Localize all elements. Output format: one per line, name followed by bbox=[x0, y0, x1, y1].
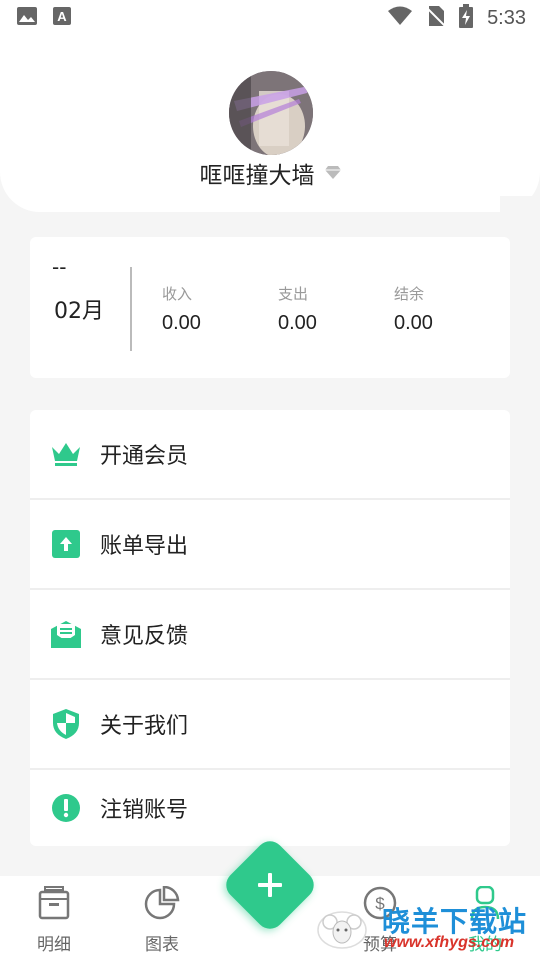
summary-expense: 支出 0.00 bbox=[278, 283, 317, 335]
menu-label-export: 账单导出 bbox=[100, 534, 189, 559]
menu-item-delete-account[interactable]: 注销账号 bbox=[30, 770, 510, 846]
status-left: A bbox=[16, 6, 72, 30]
exclamation-icon bbox=[50, 792, 82, 824]
nav-item-detail[interactable]: 明细 bbox=[19, 886, 89, 955]
nav-item-chart[interactable]: 图表 bbox=[127, 885, 197, 955]
expense-value: 0.00 bbox=[278, 312, 317, 334]
wifi-icon bbox=[387, 6, 413, 30]
summary-year: -- bbox=[52, 255, 67, 279]
shield-icon bbox=[50, 708, 82, 740]
summary-divider bbox=[130, 267, 132, 351]
feedback-mail-icon bbox=[50, 618, 82, 650]
text-a-icon: A bbox=[52, 6, 72, 30]
watermark: 晓羊下载站 www.xfhygs.com bbox=[312, 898, 540, 956]
menu-label-about: 关于我们 bbox=[100, 714, 189, 739]
diamond-icon bbox=[324, 164, 341, 183]
detail-box-icon bbox=[38, 886, 70, 924]
summary-income: 收入 0.00 bbox=[162, 283, 201, 335]
summary-balance: 结余 0.00 bbox=[394, 283, 433, 335]
svg-text:A: A bbox=[57, 9, 67, 24]
watermark-url: www.xfhygs.com bbox=[384, 934, 515, 951]
battery-charging-icon bbox=[459, 4, 474, 32]
nav-label-chart: 图表 bbox=[145, 935, 179, 955]
menu-item-export[interactable]: 账单导出 bbox=[30, 500, 510, 590]
income-label: 收入 bbox=[162, 285, 193, 303]
income-value: 0.00 bbox=[162, 312, 201, 334]
menu-label-feedback: 意见反馈 bbox=[100, 624, 189, 649]
expense-label: 支出 bbox=[278, 285, 309, 303]
export-icon bbox=[50, 528, 82, 560]
pie-chart-icon bbox=[144, 885, 180, 924]
nav-label-detail: 明细 bbox=[37, 935, 71, 955]
menu-item-feedback[interactable]: 意见反馈 bbox=[30, 590, 510, 680]
no-sim-icon bbox=[426, 5, 446, 31]
avatar[interactable] bbox=[229, 71, 313, 155]
settings-menu: 开通会员 账单导出 意见反馈 关于我们 注销账号 bbox=[30, 410, 510, 846]
menu-item-membership[interactable]: 开通会员 bbox=[30, 410, 510, 500]
status-bar: A 5:33 bbox=[0, 0, 540, 36]
username-row: 哐哐撞大墙 bbox=[0, 155, 540, 191]
menu-label-delete-account: 注销账号 bbox=[100, 798, 189, 823]
balance-label: 结余 bbox=[394, 285, 425, 303]
plus-icon[interactable] bbox=[235, 850, 305, 920]
summary-month[interactable]: 02月 bbox=[54, 293, 104, 325]
avatar-image bbox=[229, 71, 313, 155]
status-right: 5:33 bbox=[387, 4, 526, 32]
status-time: 5:33 bbox=[487, 6, 526, 29]
monthly-summary-card[interactable]: -- 02月 收入 0.00 支出 0.00 结余 0.00 bbox=[30, 237, 510, 378]
menu-item-about[interactable]: 关于我们 bbox=[30, 680, 510, 770]
sheep-logo-icon bbox=[317, 911, 367, 949]
profile-header: 哐哐撞大墙 bbox=[0, 36, 540, 216]
username: 哐哐撞大墙 bbox=[199, 163, 315, 189]
balance-value: 0.00 bbox=[394, 312, 433, 334]
image-icon bbox=[16, 6, 38, 30]
menu-label-membership: 开通会员 bbox=[100, 444, 189, 469]
crown-icon bbox=[50, 438, 82, 470]
